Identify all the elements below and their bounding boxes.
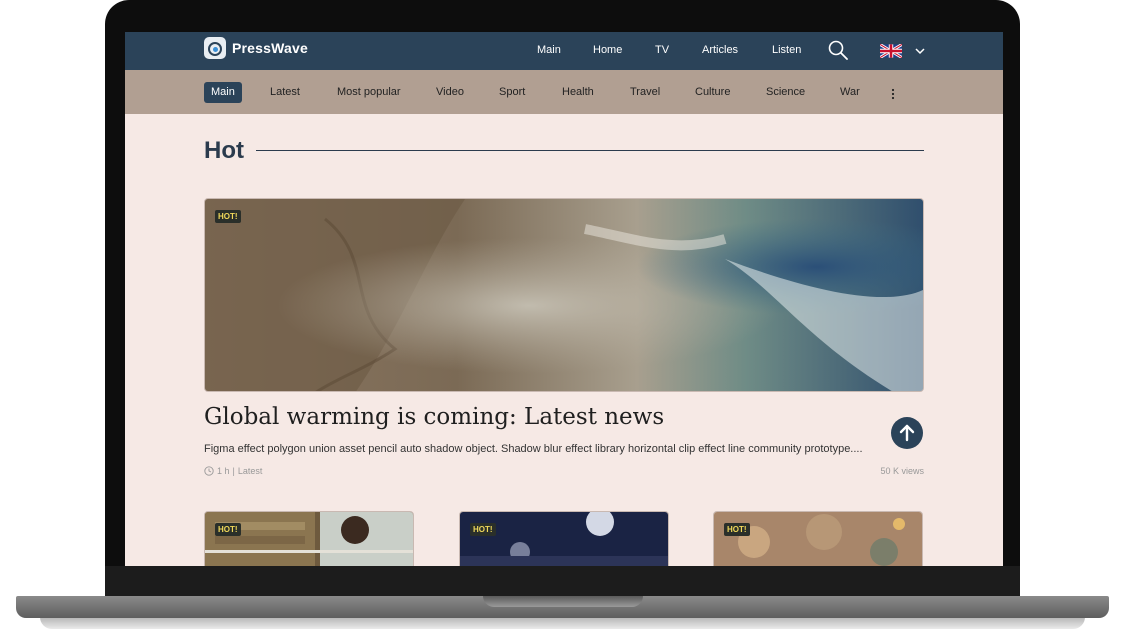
- category-latest[interactable]: Latest: [263, 82, 307, 103]
- nav-home[interactable]: Home: [593, 44, 622, 56]
- uk-flag-icon[interactable]: [880, 44, 902, 58]
- section-divider: [256, 150, 924, 151]
- card-thumbnail-1[interactable]: HOT!: [204, 511, 414, 566]
- search-icon[interactable]: [828, 40, 848, 60]
- category-health[interactable]: Health: [555, 82, 601, 103]
- brand-name: PressWave: [232, 40, 308, 56]
- top-navbar: PressWave Main Home TV Articles Listen: [125, 32, 1003, 70]
- card-thumbnail-3[interactable]: HOT!: [713, 511, 923, 566]
- card-image: [460, 512, 668, 566]
- article-headline[interactable]: Global warming is coming: Latest news: [204, 404, 664, 430]
- card-image: [714, 512, 922, 566]
- nav-main[interactable]: Main: [537, 44, 561, 56]
- hot-badge: HOT!: [215, 523, 241, 536]
- category-sport[interactable]: Sport: [492, 82, 532, 103]
- article-time: 1 h: [217, 466, 230, 476]
- section-title: Hot: [204, 137, 244, 164]
- hot-badge: HOT!: [724, 523, 750, 536]
- card-image: [205, 512, 413, 566]
- chevron-down-icon[interactable]: [914, 46, 926, 56]
- nav-articles[interactable]: Articles: [702, 44, 738, 56]
- category-science[interactable]: Science: [759, 82, 812, 103]
- more-vertical-icon[interactable]: [891, 87, 895, 101]
- clock-icon: [204, 466, 214, 476]
- brand-logo[interactable]: PressWave: [204, 37, 308, 59]
- scroll-to-top-button[interactable]: [891, 417, 923, 449]
- meta-separator: |: [232, 466, 235, 476]
- card-thumbnail-2[interactable]: HOT!: [459, 511, 669, 566]
- category-travel[interactable]: Travel: [623, 82, 667, 103]
- category-war[interactable]: War: [833, 82, 867, 103]
- satellite-image: [205, 199, 923, 391]
- laptop-shadow: [40, 617, 1085, 629]
- nav-tv[interactable]: TV: [655, 44, 669, 56]
- hot-badge: HOT!: [215, 210, 241, 223]
- nav-listen[interactable]: Listen: [772, 44, 801, 56]
- laptop-notch: [483, 596, 643, 607]
- laptop-chin: [105, 566, 1020, 597]
- hero-image[interactable]: HOT!: [204, 198, 924, 392]
- hot-badge: HOT!: [470, 523, 496, 536]
- article-category[interactable]: Latest: [238, 466, 263, 476]
- logo-icon: [204, 37, 226, 59]
- article-summary: Figma effect polygon union asset pencil …: [204, 443, 863, 455]
- category-culture[interactable]: Culture: [688, 82, 737, 103]
- article-meta: 1 h | Latest: [204, 466, 262, 476]
- arrow-up-icon: [899, 424, 915, 442]
- category-bar: Main Latest Most popular Video Sport Hea…: [125, 70, 1003, 114]
- view-count: 50 K views: [880, 466, 924, 476]
- category-most-popular[interactable]: Most popular: [330, 82, 408, 103]
- category-main[interactable]: Main: [204, 82, 242, 103]
- category-video[interactable]: Video: [429, 82, 471, 103]
- browser-screen: PressWave Main Home TV Articles Listen M…: [125, 32, 1003, 566]
